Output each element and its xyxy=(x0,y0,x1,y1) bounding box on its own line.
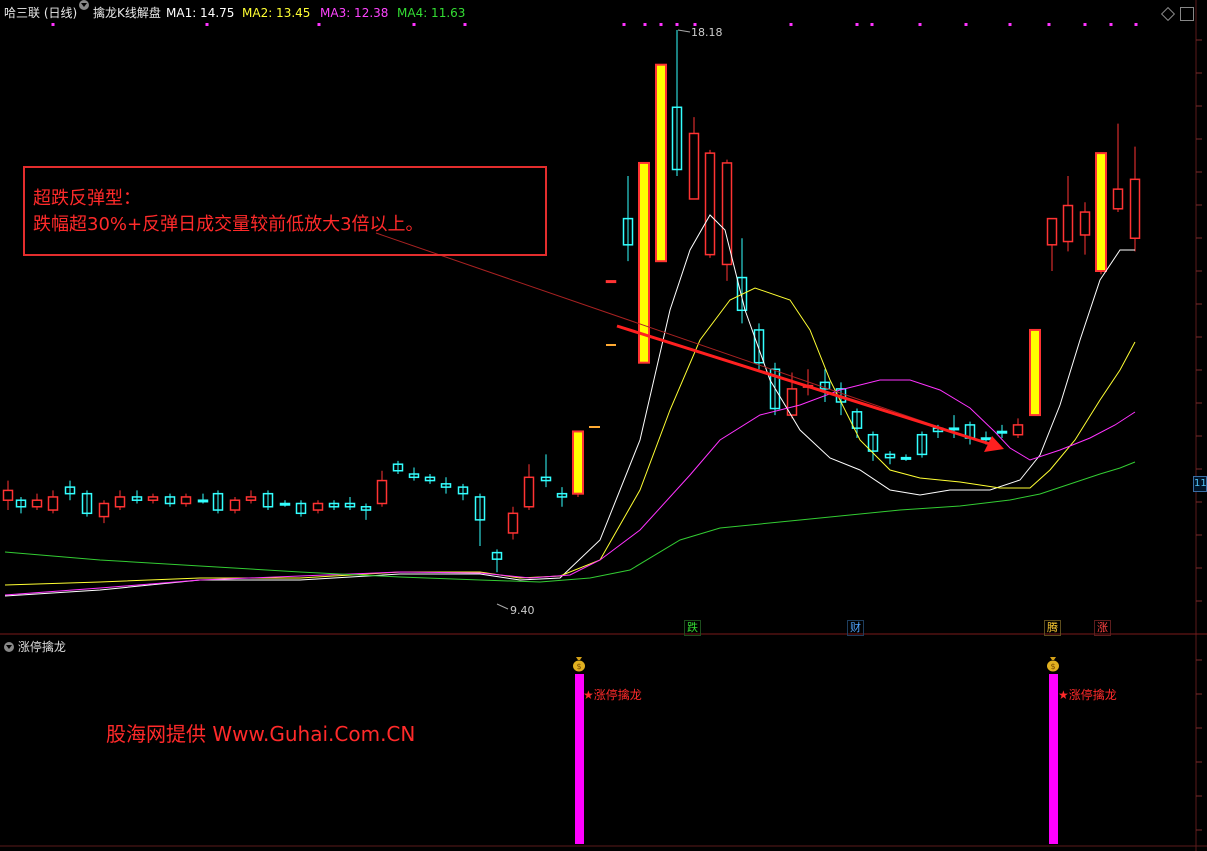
price-high-pointer xyxy=(677,29,691,33)
svg-text:$: $ xyxy=(576,662,581,671)
ma1-value: MA1: 14.75 xyxy=(166,6,235,20)
candle-body xyxy=(279,502,291,506)
signal-label-2: ★涨停擒龙 xyxy=(1058,688,1117,702)
candle-body xyxy=(47,496,59,511)
candle-body xyxy=(704,152,716,256)
annotation-line1: 超跌反弹型： xyxy=(33,188,141,209)
candle-body xyxy=(31,499,43,508)
indicator-name[interactable]: 擒龙K线解盘 xyxy=(93,0,161,26)
money-bag-icon: $ xyxy=(573,657,585,672)
price-low-pointer xyxy=(496,603,509,610)
candle-body xyxy=(572,430,584,495)
candle-body xyxy=(1079,211,1091,236)
sub-panel-title[interactable]: 涨停擒龙 xyxy=(4,638,66,655)
candle-body xyxy=(197,499,209,503)
candle-body xyxy=(655,63,667,263)
candle-body xyxy=(1029,328,1041,417)
badge-die: 跌 xyxy=(684,620,701,636)
ma2-value: MA2: 13.45 xyxy=(242,6,311,20)
annotation-arrow-line xyxy=(616,324,991,446)
axis-price-badge: 11 xyxy=(1193,476,1207,492)
candle-body xyxy=(1129,178,1141,240)
stock-name[interactable]: 哈三联 (日线) xyxy=(4,0,77,26)
candle-body xyxy=(98,502,110,518)
candle-body xyxy=(312,502,324,511)
candle-body xyxy=(114,496,126,508)
badge-cai: 财 xyxy=(847,620,864,636)
candle-body xyxy=(376,479,388,505)
candle-body xyxy=(605,280,617,284)
badge-zhang: 涨 xyxy=(1094,620,1111,636)
candle-body xyxy=(1062,204,1074,243)
candle-body xyxy=(1095,152,1107,273)
candle-body xyxy=(1046,217,1058,246)
sub-panel-dropdown-icon[interactable] xyxy=(4,642,14,652)
sub-panel-title-text: 涨停擒龙 xyxy=(17,640,66,654)
candle-body xyxy=(900,456,912,460)
candle-body xyxy=(948,427,960,431)
badge-teng: 腾 xyxy=(1044,620,1061,636)
candle-body xyxy=(980,437,992,441)
ma4-line xyxy=(4,461,1136,583)
candle-body xyxy=(507,512,519,534)
window-toggle-button[interactable] xyxy=(1180,7,1194,21)
candle-body xyxy=(180,496,192,505)
annotation-leader-line xyxy=(375,232,1001,449)
candle-body xyxy=(1112,188,1124,210)
annotation-line2: 跌幅超30%+反弹日成交量较前低放大3倍以上。 xyxy=(33,214,424,235)
money-bag-icon: $ xyxy=(1047,657,1059,672)
candle-body xyxy=(688,132,700,200)
ma4-value: MA4: 11.63 xyxy=(397,6,466,20)
candle-body xyxy=(245,496,257,501)
candle-body xyxy=(996,430,1008,434)
candle-body xyxy=(523,476,535,508)
watermark-text: 股海网提供 Www.Guhai.Com.CN xyxy=(106,722,416,746)
chart-header: 哈三联 (日线) 擒龙K线解盘 MA1: 14.75 MA2: 13.45 MA… xyxy=(0,0,1207,26)
ma3-line xyxy=(4,379,1136,596)
candle-body xyxy=(1012,424,1024,436)
candle-body xyxy=(2,489,14,501)
price-high-label: 18.18 xyxy=(691,26,723,39)
ma3-value: MA3: 12.38 xyxy=(320,6,389,20)
price-low-label: 9.40 xyxy=(510,604,535,617)
annotation-box: 超跌反弹型： 跌幅超30%+反弹日成交量较前低放大3倍以上。 xyxy=(23,166,547,256)
signal-label-1: ★涨停擒龙 xyxy=(583,688,642,702)
candle-body xyxy=(147,496,159,501)
candle-body xyxy=(229,499,241,511)
signal-bar xyxy=(1049,674,1058,844)
svg-text:$: $ xyxy=(1050,662,1055,671)
